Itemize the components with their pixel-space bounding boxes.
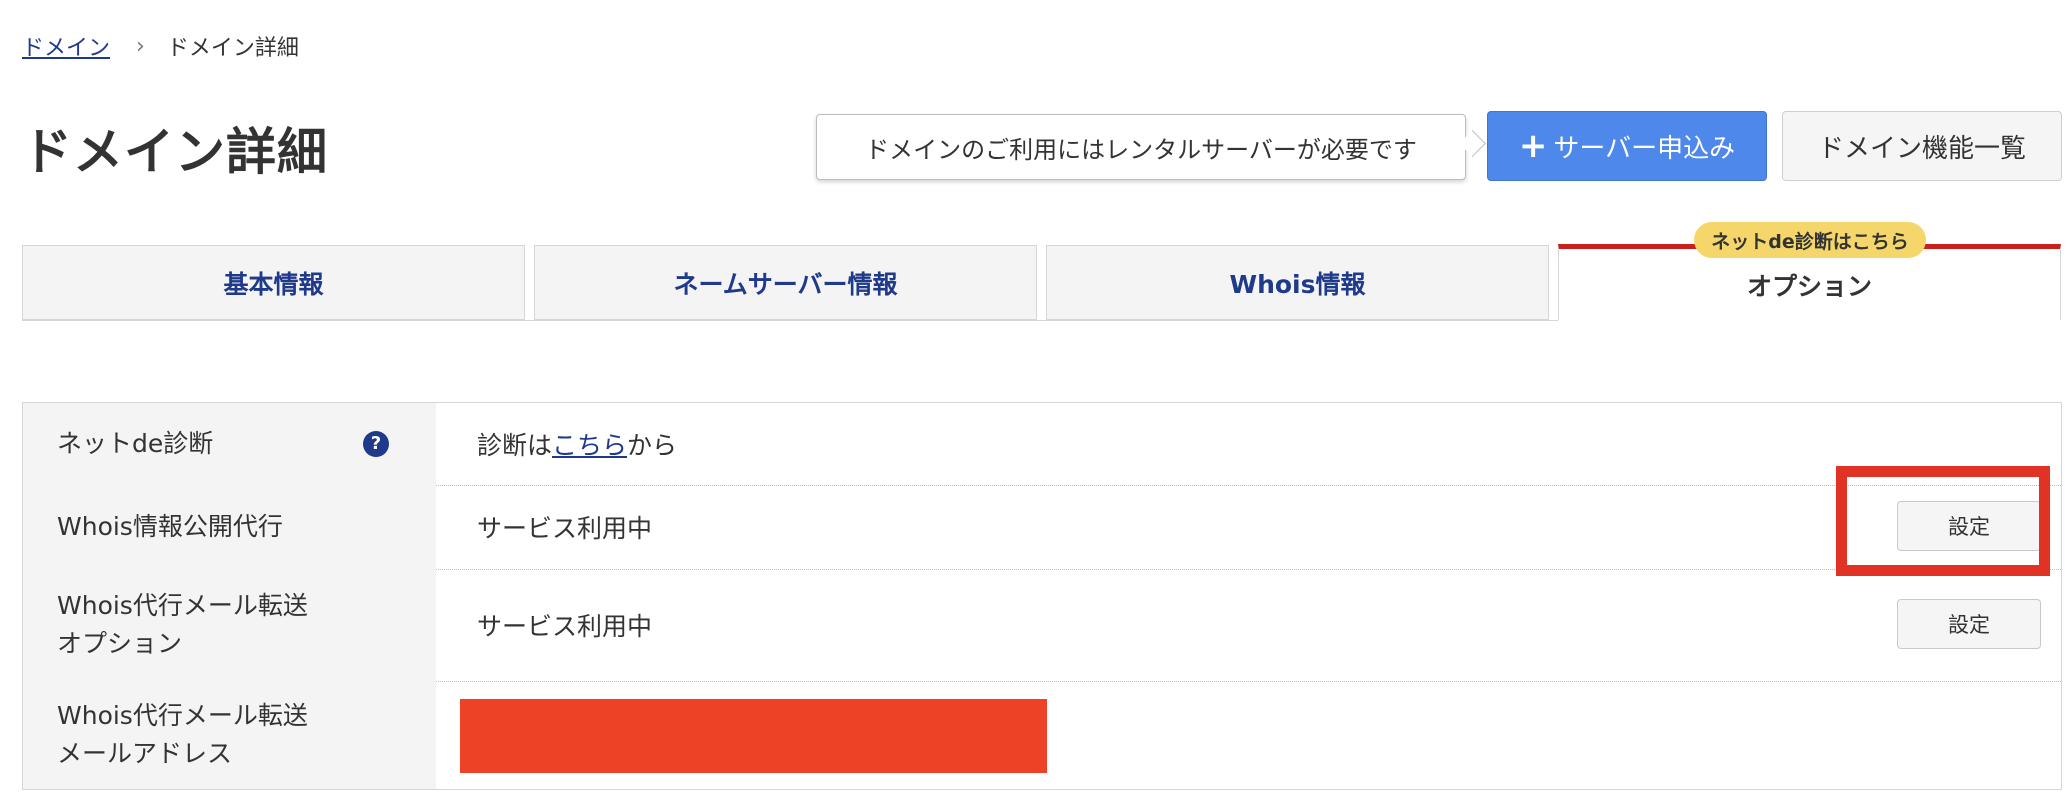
domain-function-list-button[interactable]: ドメイン機能一覧	[1782, 111, 2062, 181]
net-de-diagnosis-badge[interactable]: ネットde診断はこちら	[1694, 222, 1926, 258]
mail-forward-option-label-line2: オプション	[57, 629, 183, 658]
help-icon[interactable]: ?	[363, 431, 389, 457]
plus-icon: +	[1518, 126, 1548, 166]
row-label: ネットde診断 ?	[23, 403, 436, 485]
redacted-email-address	[460, 699, 1047, 773]
table-row: Whois情報公開代行 サービス利用中 設定	[23, 485, 2061, 570]
breadcrumb: ドメイン › ドメイン詳細	[22, 30, 299, 62]
mail-forward-address-label-line2: メールアドレス	[57, 739, 233, 768]
server-required-notice: ドメインのご利用にはレンタルサーバーが必要です	[816, 114, 1466, 180]
row-label: Whois代行メール転送 メールアドレス	[23, 681, 436, 789]
server-apply-button[interactable]: + サーバー申込み	[1487, 111, 1767, 181]
whois-privacy-label: Whois情報公開代行	[23, 485, 436, 569]
tab-nameserver-info[interactable]: ネームサーバー情報	[534, 245, 1037, 320]
diagnosis-prefix: 診断は	[477, 431, 553, 460]
row-value: 診断は こちら から	[477, 403, 677, 485]
breadcrumb-link-domain[interactable]: ドメイン	[22, 30, 110, 62]
tab-whois-info[interactable]: Whois情報	[1046, 245, 1549, 320]
diagnosis-suffix: から	[627, 431, 678, 460]
tabs-divider	[22, 320, 1558, 321]
row-label: Whois代行メール転送 オプション	[23, 569, 436, 681]
net-de-diagnosis-label: ネットde診断	[57, 429, 214, 458]
diagnosis-link[interactable]: こちら	[552, 426, 627, 462]
mail-forward-option-status: サービス利用中	[477, 612, 653, 641]
table-row: ネットde診断 ? 診断は こちら から	[23, 403, 2061, 486]
table-row: Whois代行メール転送 オプション サービス利用中 設定	[23, 569, 2061, 682]
server-apply-label: サーバー申込み	[1553, 133, 1736, 164]
mail-forward-option-label-line1: Whois代行メール転送	[57, 591, 308, 620]
page-title: ドメイン詳細	[22, 123, 328, 181]
mail-forward-settings-button[interactable]: 設定	[1897, 599, 2041, 649]
chevron-right-icon: ›	[136, 33, 145, 59]
whois-privacy-status: サービス利用中	[477, 514, 653, 543]
mail-forward-address-label-line1: Whois代行メール転送	[57, 701, 308, 730]
breadcrumb-current: ドメイン詳細	[166, 36, 299, 61]
highlight-box	[1836, 466, 2050, 576]
tab-basic-info[interactable]: 基本情報	[22, 245, 525, 320]
